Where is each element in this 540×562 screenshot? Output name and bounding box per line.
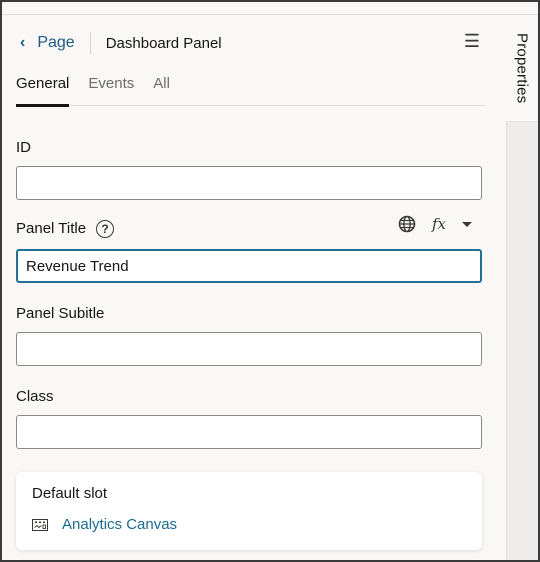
caret-down-icon[interactable]: [462, 221, 473, 227]
id-label: ID: [16, 139, 31, 156]
properties-panel: ‹ Page Dashboard Panel ☰ General Events …: [2, 2, 538, 560]
hamburger-menu-icon[interactable]: ☰: [464, 31, 480, 52]
panel-title-label: Panel Title?: [16, 220, 115, 239]
default-slot-title: Default slot: [32, 485, 108, 502]
class-input[interactable]: [16, 415, 482, 449]
breadcrumb: ‹ Page Dashboard Panel ☰: [16, 27, 486, 59]
panel-subtitle-input[interactable]: [16, 332, 482, 366]
analytics-canvas-link[interactable]: Analytics Canvas: [62, 516, 177, 533]
id-input[interactable]: [16, 166, 482, 200]
side-tab-strip: Properties: [506, 15, 538, 560]
breadcrumb-divider: [89, 32, 91, 54]
expression-fx-icon[interactable]: fx: [432, 215, 446, 233]
tab-bar: General Events All: [16, 73, 486, 107]
back-label: Page: [37, 34, 75, 51]
panel-title-input[interactable]: [16, 249, 482, 283]
tab-events[interactable]: Events: [88, 73, 134, 106]
help-icon[interactable]: ?: [96, 220, 115, 239]
canvas-icon: [32, 518, 48, 531]
back-to-page-button[interactable]: ‹ Page: [16, 34, 75, 52]
globe-icon[interactable]: [398, 215, 416, 233]
properties-tab[interactable]: Properties: [506, 15, 538, 121]
side-strip-background: [506, 121, 538, 560]
slot-item-analytics-canvas[interactable]: Analytics Canvas: [32, 516, 177, 533]
chevron-left-icon: ‹: [20, 34, 26, 51]
tab-general[interactable]: General: [16, 73, 70, 107]
tab-all[interactable]: All: [153, 73, 170, 106]
panel-title-label-text: Panel Title: [16, 220, 87, 237]
properties-tab-label: Properties: [513, 32, 531, 104]
default-slot-card: Default slot Analytics Canvas: [16, 472, 482, 550]
main-pane: ‹ Page Dashboard Panel ☰ General Events …: [2, 15, 506, 560]
panel-title-tools: fx: [398, 215, 473, 233]
class-label: Class: [16, 388, 54, 405]
panel-subtitle-label: Panel Subitle: [16, 305, 105, 322]
component-title: Dashboard Panel: [105, 34, 222, 52]
